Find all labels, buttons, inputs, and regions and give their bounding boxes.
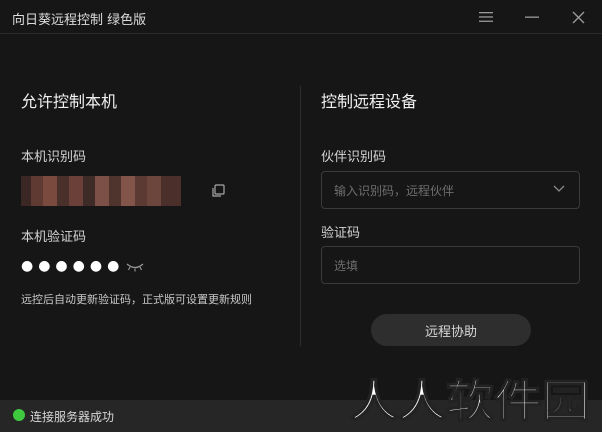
partner-id-placeholder: 输入识别码，远程伙伴 [334,184,455,198]
local-code-value: ●●●●●● [21,258,125,274]
app-title: 向日葵远程控制 绿色版 [12,13,147,28]
connection-status-icon [13,409,25,421]
chevron-down-icon[interactable] [553,185,565,193]
remote-assist-button[interactable]: 远程协助 [371,314,531,346]
watermark-logo: 人人软件园 [349,375,591,428]
allow-control-title: 允许控制本机 [21,92,118,111]
verify-code-input[interactable]: 选填 [321,246,580,284]
app-window: 向日葵远程控制 绿色版 允许控制本机 本机识别码 本机验证码 ●●●●●● 远控… [0,0,602,432]
copy-icon[interactable] [210,183,226,199]
control-remote-title: 控制远程设备 [321,92,418,111]
eye-closed-icon[interactable] [126,261,144,273]
partner-id-input[interactable]: 输入识别码，远程伙伴 [321,171,580,209]
minimize-icon [525,16,539,18]
connection-status-text: 连接服务器成功 [30,410,115,424]
title-bar: 向日葵远程控制 绿色版 [0,0,602,34]
svg-text:人人软件园: 人人软件园 [350,376,590,427]
local-id-label: 本机识别码 [21,150,87,165]
hamburger-icon [479,12,493,22]
panel-divider [300,86,301,346]
verify-code-label: 验证码 [321,226,361,241]
local-id-value [21,176,181,206]
local-code-label: 本机验证码 [21,230,87,245]
code-update-note: 远控后自动更新验证码，正式版可设置更新规则 [21,293,252,306]
partner-id-label: 伙伴识别码 [321,150,387,165]
close-icon [572,11,584,23]
menu-button[interactable] [473,4,499,30]
close-button[interactable] [565,4,591,30]
verify-code-placeholder: 选填 [334,259,359,273]
minimize-button[interactable] [519,4,545,30]
